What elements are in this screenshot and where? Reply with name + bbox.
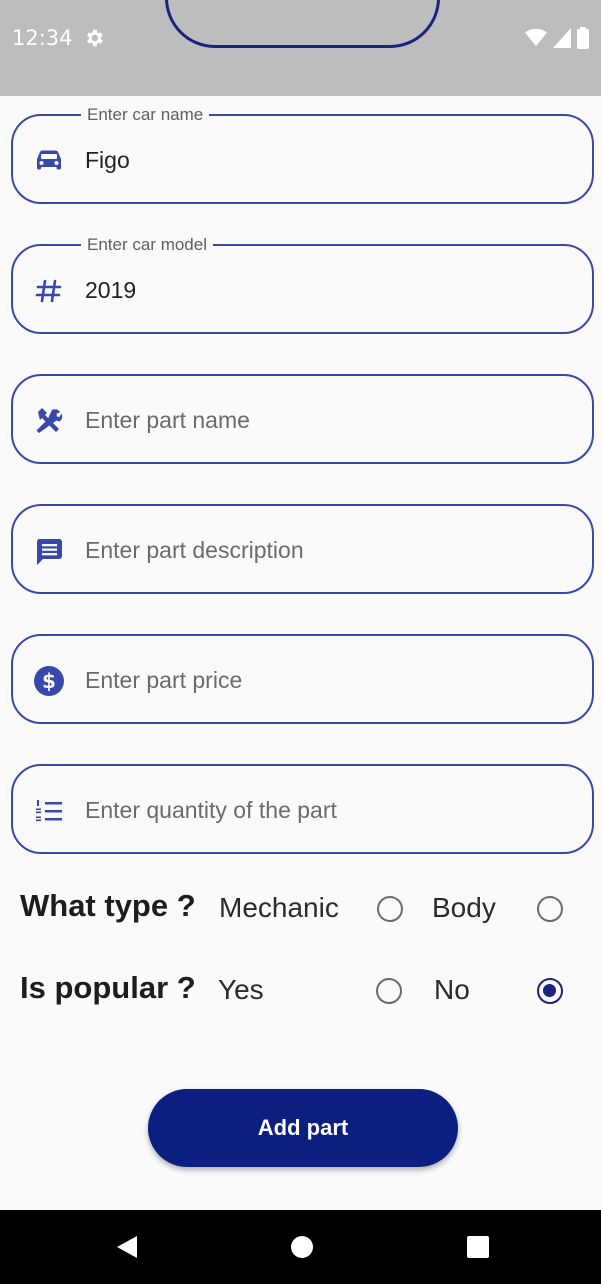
car-model-input[interactable] [85,268,565,312]
part-quantity-field [11,764,594,854]
car-name-field: Enter car name [11,105,594,204]
dollar-icon: $ [34,666,64,696]
svg-text:$: $ [42,669,56,693]
car-model-field: Enter car model [11,235,594,334]
yes-radio[interactable] [376,978,402,1004]
message-icon [37,539,62,565]
navigation-bar [0,1210,601,1284]
body-radio[interactable] [537,896,563,922]
mechanic-radio[interactable] [377,896,403,922]
tools-icon [36,408,63,433]
wifi-icon [525,28,547,47]
part-description-field [11,504,594,594]
part-name-field [11,374,594,464]
car-name-label: Enter car name [81,105,210,125]
no-radio[interactable] [537,978,563,1004]
popular-radio-group: Is popular ? Yes No [0,966,601,1014]
camera-notch [165,0,440,48]
gear-icon [87,29,103,47]
part-quantity-input[interactable] [85,788,565,832]
car-icon [37,150,61,170]
add-part-button[interactable]: Add part [148,1089,458,1167]
signal-icon [553,28,571,48]
home-icon[interactable] [287,1232,317,1262]
mechanic-option-label: Mechanic [219,892,339,923]
body-option-label: Body [432,892,496,923]
no-option-label: No [434,974,470,1005]
status-time: 12:34 [12,26,73,50]
type-question-label: What type ? [20,888,196,923]
popular-question-label: Is popular ? [20,970,196,1005]
recents-icon[interactable] [463,1232,493,1262]
yes-option-label: Yes [218,974,264,1005]
numbered-list-icon [36,800,62,822]
status-bar: 12:34 [0,0,601,96]
battery-icon [577,27,589,49]
status-icons [525,26,589,50]
part-name-input[interactable] [85,398,565,442]
part-price-field: $ [11,634,594,724]
part-description-input[interactable] [85,528,565,572]
car-name-input[interactable] [85,138,565,182]
car-model-label: Enter car model [81,235,213,255]
type-radio-group: What type ? Mechanic Body [0,884,601,932]
hash-icon [35,279,62,303]
part-price-input[interactable] [85,658,565,702]
back-icon[interactable] [111,1232,141,1262]
